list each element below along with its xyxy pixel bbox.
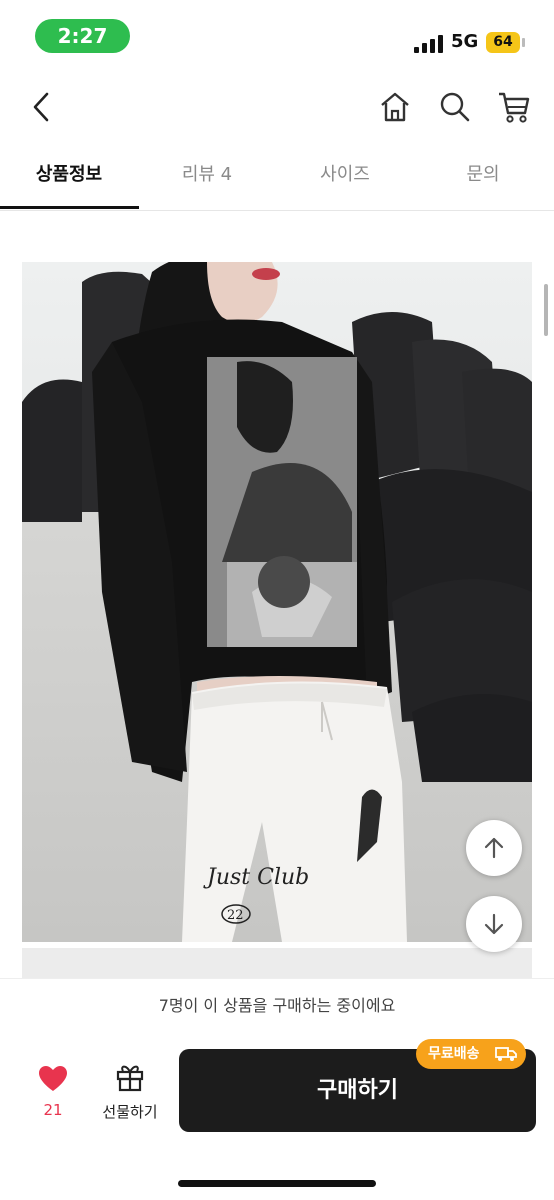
scrollbar[interactable]	[544, 284, 548, 336]
tab-inquiry[interactable]: 문의	[414, 142, 552, 210]
truck-icon	[495, 1047, 517, 1061]
tab-reviews[interactable]: 리뷰 4	[138, 142, 276, 210]
like-count: 21	[43, 1101, 63, 1119]
home-indicator	[178, 1180, 376, 1187]
cart-icon[interactable]	[496, 89, 532, 125]
gift-icon	[116, 1065, 144, 1092]
signal-icon	[414, 33, 444, 53]
arrow-down-icon	[484, 913, 504, 935]
status-time: 2:27	[35, 19, 130, 53]
search-icon[interactable]	[438, 90, 472, 124]
free-shipping-label: 무료배송	[428, 1046, 480, 1062]
scroll-up-button[interactable]	[466, 820, 522, 876]
bottom-action-bar: 21 선물하기 구매하기 무료배송	[0, 1033, 554, 1200]
product-photo: Just Club 22	[22, 262, 532, 942]
back-icon[interactable]	[28, 90, 54, 124]
battery-cap	[522, 38, 525, 47]
arrow-up-icon	[484, 837, 504, 859]
like-button[interactable]: 21	[30, 1065, 76, 1119]
tab-size[interactable]: 사이즈	[276, 142, 414, 210]
heart-icon	[39, 1066, 67, 1091]
home-icon[interactable]	[378, 90, 412, 124]
active-tab-indicator	[0, 206, 139, 209]
tab-product-info[interactable]: 상품정보	[0, 142, 138, 210]
pants-print-text: Just Club	[203, 865, 309, 890]
gift-button[interactable]: 선물하기	[96, 1061, 164, 1122]
tab-bar: 상품정보 리뷰 4 사이즈 문의	[0, 142, 554, 211]
pants-print-number: 22	[227, 908, 244, 923]
status-bar: 2:27 5G 64	[0, 0, 554, 72]
battery-icon: 64	[486, 32, 520, 53]
network-label: 5G	[451, 31, 479, 52]
purchase-notice: 7명이 이 상품을 구매하는 중이에요	[0, 978, 554, 1034]
top-nav	[0, 72, 554, 142]
scroll-down-button[interactable]	[466, 896, 522, 952]
gift-label: 선물하기	[102, 1103, 158, 1121]
free-shipping-badge: 무료배송	[416, 1039, 526, 1069]
